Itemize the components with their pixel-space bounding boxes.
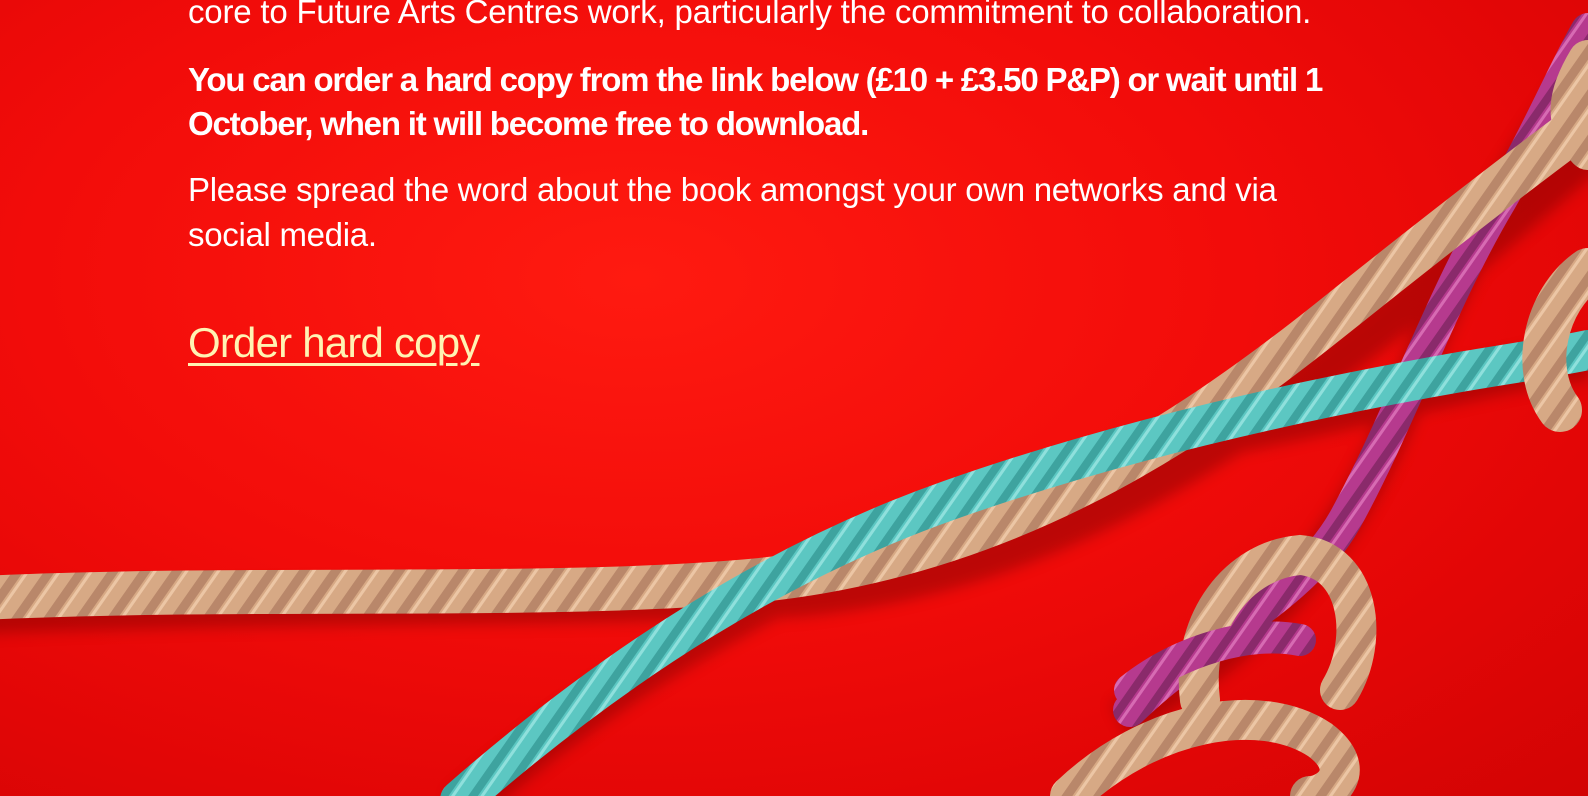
spread-word-paragraph: Please spread the word about the book am…: [188, 171, 1277, 253]
order-info-paragraph: You can order a hard copy from the link …: [188, 61, 1323, 142]
intro-paragraph: core to Future Arts Centres work, partic…: [188, 0, 1312, 30]
order-hard-copy-link[interactable]: Order hard copy: [188, 317, 480, 369]
